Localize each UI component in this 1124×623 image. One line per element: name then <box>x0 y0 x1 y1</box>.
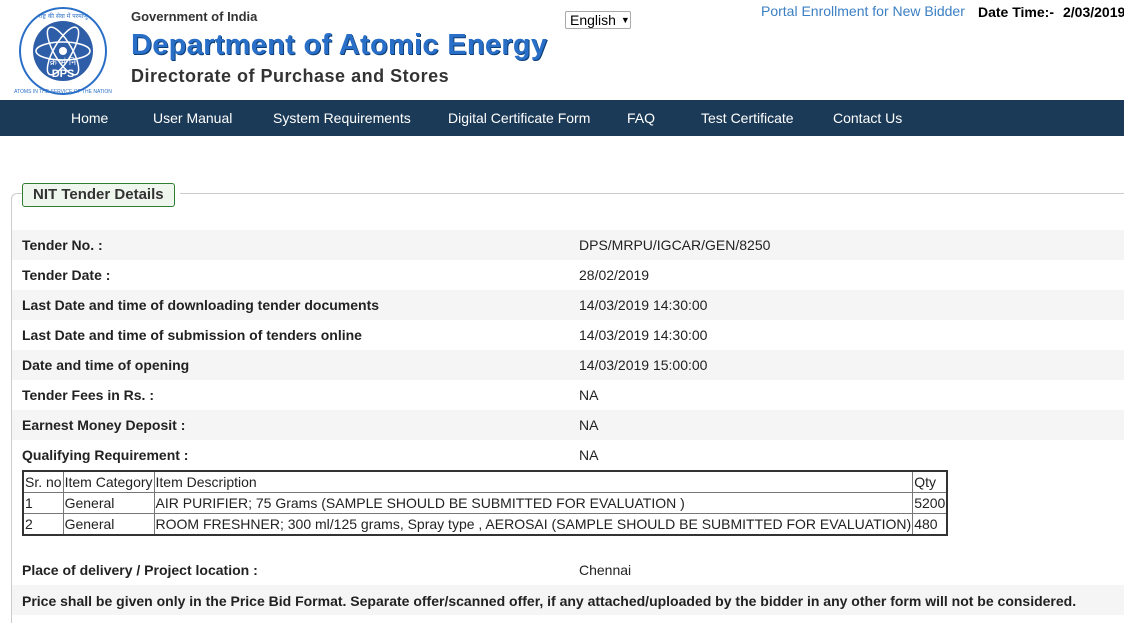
svg-text:ATOMS IN THE SERVICE OF THE NA: ATOMS IN THE SERVICE OF THE NATION <box>14 89 112 95</box>
directorate-subtitle: Directorate of Purchase and Stores <box>131 66 450 86</box>
chevron-down-icon: ▼ <box>620 15 630 25</box>
detail-label: Tender Fees in Rs. : <box>22 387 154 403</box>
nav-user-manual[interactable]: User Manual <box>153 110 232 126</box>
detail-row-tender-fees: Tender Fees in Rs. : NA <box>12 380 1124 410</box>
nav-system-requirements[interactable]: System Requirements <box>273 110 411 126</box>
table-header: Item Category <box>62 470 155 493</box>
table-row: 2 General ROOM FRESHNER; 300 ml/125 gram… <box>22 513 948 536</box>
nav-contact-us[interactable]: Contact Us <box>833 110 902 126</box>
government-label: Government of India <box>131 9 258 24</box>
section-legend: NIT Tender Details <box>22 183 175 207</box>
table-cell: 1 <box>22 492 64 514</box>
table-row: 1 General AIR PURIFIER; 75 Grams (SAMPLE… <box>22 492 948 514</box>
language-selected: English <box>570 12 616 28</box>
detail-value: NA <box>579 387 599 403</box>
detail-label: Last Date and time of downloading tender… <box>22 297 380 313</box>
language-select[interactable]: English ▼ <box>565 11 631 29</box>
table-cell: 5200 <box>912 492 948 514</box>
portal-enrollment-link[interactable]: Portal Enrollment for New Bidder <box>761 3 965 19</box>
nav-faq[interactable]: FAQ <box>627 110 655 126</box>
detail-label: Last Date and time of submission of tend… <box>22 327 362 343</box>
fieldset-corner <box>11 193 22 204</box>
table-header-row: Sr. no Item Category Item Description Qt… <box>22 470 948 493</box>
nav-home[interactable]: Home <box>71 110 108 126</box>
table-header: Qty <box>912 470 948 493</box>
table-cell: 2 <box>22 513 64 536</box>
detail-row-opening: Date and time of opening 14/03/2019 15:0… <box>12 350 1124 380</box>
detail-row-qualifying: Qualifying Requirement : NA <box>12 440 1124 470</box>
table-cell: General <box>62 513 155 536</box>
detail-value: DPS/MRPU/IGCAR/GEN/8250 <box>579 237 771 253</box>
nav-test-certificate[interactable]: Test Certificate <box>701 110 794 126</box>
table-header: Sr. no <box>22 470 64 493</box>
svg-text:राष्ट्र की सेवा में परमाणु: राष्ट्र की सेवा में परमाणु <box>38 12 88 20</box>
svg-text:क्र भं नि: क्र भं नि <box>50 56 77 68</box>
datetime-label: Date Time:- <box>978 4 1054 20</box>
detail-label: Tender Date : <box>22 267 111 283</box>
detail-label: Place of delivery / Project location : <box>22 562 258 578</box>
detail-row-emd: Earnest Money Deposit : NA <box>12 410 1124 440</box>
detail-value: NA <box>579 417 599 433</box>
table-header: Item Description <box>153 470 914 493</box>
fieldset-border-top <box>180 193 1124 194</box>
price-bid-note: Price shall be given only in the Price B… <box>22 593 1077 609</box>
table-cell: 480 <box>912 513 948 536</box>
detail-label: Earnest Money Deposit : <box>22 417 186 433</box>
table-cell: ROOM FRESHNER; 300 ml/125 grams, Spray t… <box>153 513 914 536</box>
site-header: क्र भं नि DPS राष्ट्र की सेवा में परमाणु… <box>0 0 1124 100</box>
detail-row-submission-deadline: Last Date and time of submission of tend… <box>12 320 1124 350</box>
datetime-value: 2/03/2019 <box>1063 4 1124 20</box>
svg-text:DPS: DPS <box>52 68 75 80</box>
detail-row-delivery: Place of delivery / Project location : C… <box>12 555 1124 585</box>
detail-row-download-deadline: Last Date and time of downloading tender… <box>12 290 1124 320</box>
detail-label: Qualifying Requirement : <box>22 447 189 463</box>
detail-label: Date and time of opening <box>22 357 190 373</box>
detail-row-tender-no: Tender No. : DPS/MRPU/IGCAR/GEN/8250 <box>12 230 1124 260</box>
detail-value: 14/03/2019 15:00:00 <box>579 357 708 373</box>
detail-value: 14/03/2019 14:30:00 <box>579 327 708 343</box>
department-title: Department of Atomic Energy <box>131 29 548 61</box>
detail-label: Tender No. : <box>22 237 103 253</box>
table-cell: AIR PURIFIER; 75 Grams (SAMPLE SHOULD BE… <box>153 492 914 514</box>
items-table: Sr. no Item Category Item Description Qt… <box>22 470 949 536</box>
nav-digital-certificate-form[interactable]: Digital Certificate Form <box>448 110 590 126</box>
dps-logo: क्र भं नि DPS राष्ट्र की सेवा में परमाणु… <box>14 7 112 95</box>
detail-value: 14/03/2019 14:30:00 <box>579 297 708 313</box>
detail-row-tender-date: Tender Date : 28/02/2019 <box>12 260 1124 290</box>
detail-value: Chennai <box>579 562 632 578</box>
table-cell: General <box>62 492 155 514</box>
detail-value: 28/02/2019 <box>579 267 650 283</box>
detail-value: NA <box>579 447 599 463</box>
main-nav: Home User Manual System Requirements Dig… <box>0 100 1124 136</box>
